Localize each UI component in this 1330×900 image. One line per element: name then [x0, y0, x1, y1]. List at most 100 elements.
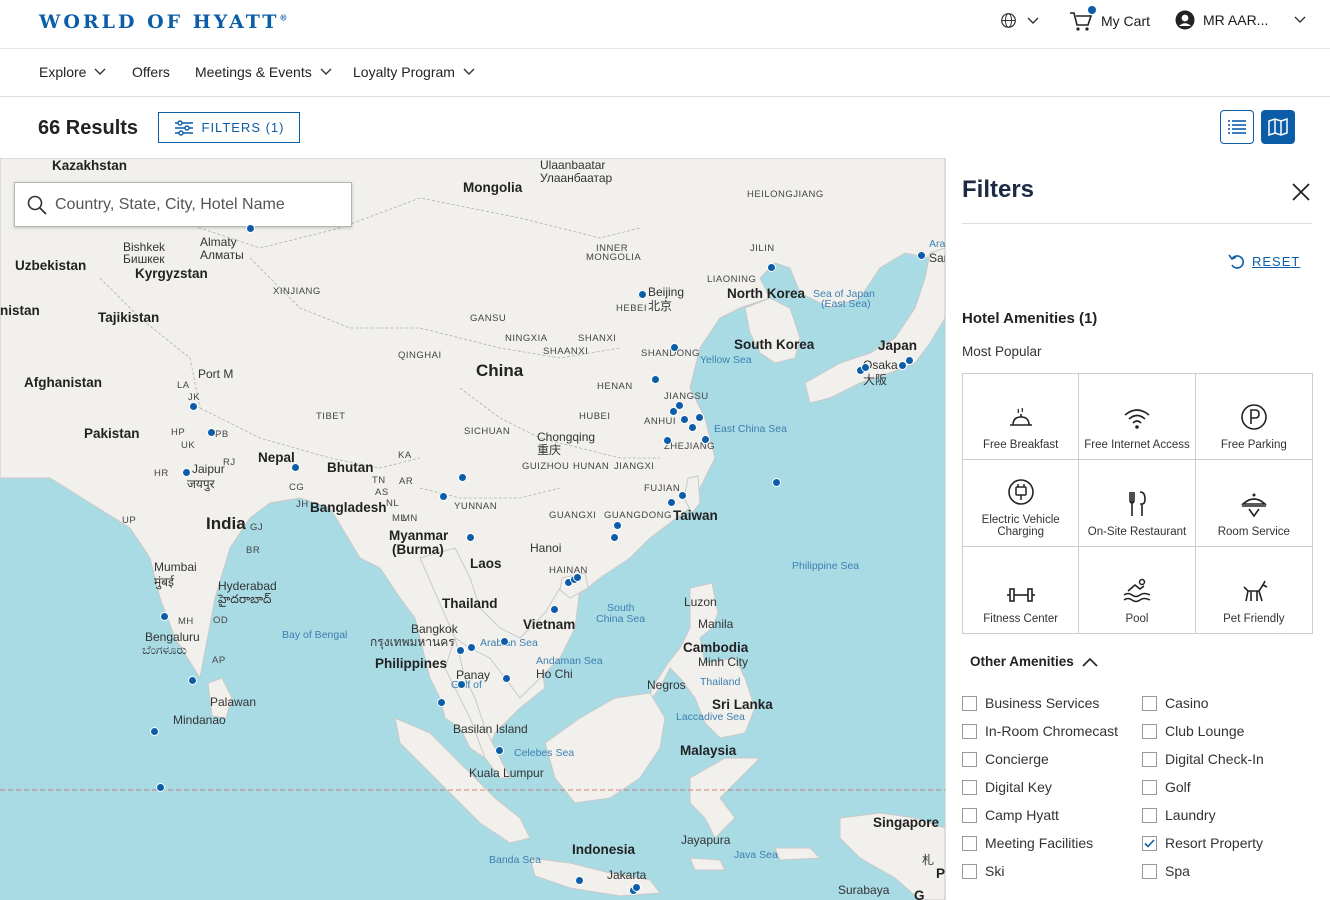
hotel-map[interactable]: Kazakhstan Mongolia UlaanbaatarУлаанбаатар…	[0, 158, 945, 900]
hotel-pin[interactable]	[905, 356, 914, 365]
amenity-checkbox[interactable]: Digital Check-In	[1142, 751, 1264, 767]
amenity-checkbox[interactable]: Business Services	[962, 695, 1099, 711]
nav-offers[interactable]: Offers	[132, 64, 170, 80]
hotel-pin[interactable]	[502, 674, 511, 683]
hotel-pin[interactable]	[610, 533, 619, 542]
hotel-pin[interactable]	[917, 251, 926, 260]
other-amenities-label: Other Amenities	[970, 654, 1074, 669]
hotel-pin[interactable]	[632, 883, 641, 892]
hotel-pin[interactable]	[495, 746, 504, 755]
amenity-restaurant[interactable]: On-Site Restaurant	[1079, 460, 1196, 547]
amenity-checkbox[interactable]: Concierge	[962, 751, 1049, 767]
reset-button[interactable]: RESET	[1228, 252, 1300, 270]
hotel-pin[interactable]	[767, 263, 776, 272]
hotel-pin[interactable]	[182, 468, 191, 477]
hotel-pin[interactable]	[550, 605, 559, 614]
hotel-pin[interactable]	[458, 473, 467, 482]
hotel-pin[interactable]	[861, 363, 870, 372]
checkbox-unchecked[interactable]	[962, 835, 977, 851]
hotel-pin[interactable]	[695, 413, 704, 422]
hotel-pin[interactable]	[667, 498, 676, 507]
hotel-pin[interactable]	[150, 727, 159, 736]
nav-meetings-events[interactable]: Meetings & Events	[195, 64, 332, 80]
hotel-pin[interactable]	[678, 491, 687, 500]
filters-label: FILTERS (1)	[201, 120, 285, 135]
hotel-pin[interactable]	[500, 637, 509, 646]
checkbox-checked[interactable]	[1142, 835, 1157, 851]
amenity-checkbox[interactable]: In-Room Chromecast	[962, 723, 1118, 739]
checkbox-unchecked[interactable]	[1142, 695, 1157, 711]
hotel-pin[interactable]	[467, 643, 476, 652]
main-nav: Explore Offers Meetings & Events Loyalty…	[0, 49, 1330, 97]
hotel-pin[interactable]	[613, 521, 622, 530]
amenity-checkbox[interactable]: Digital Key	[962, 779, 1052, 795]
hotel-pin[interactable]	[457, 680, 466, 689]
hotel-pin[interactable]	[439, 492, 448, 501]
checkbox-unchecked[interactable]	[1142, 779, 1157, 795]
amenity-checkbox[interactable]: Meeting Facilities	[962, 835, 1093, 851]
hotel-pin[interactable]	[160, 612, 169, 621]
hotel-pin[interactable]	[437, 698, 446, 707]
checkbox-unchecked[interactable]	[962, 695, 977, 711]
filters-button[interactable]: FILTERS (1)	[158, 112, 300, 143]
map-label: BR	[246, 545, 261, 556]
amenity-checkbox[interactable]: Resort Property	[1142, 835, 1263, 851]
search-box[interactable]	[14, 182, 352, 227]
sliders-icon	[174, 119, 193, 136]
hotel-pin[interactable]	[246, 224, 255, 233]
amenity-checkbox[interactable]: Ski	[962, 863, 1004, 879]
amenity-checkbox[interactable]: Spa	[1142, 863, 1190, 879]
checkbox-unchecked[interactable]	[962, 751, 977, 767]
hotel-pin[interactable]	[663, 436, 672, 445]
language-selector[interactable]	[1000, 12, 1039, 29]
amenity-room-service[interactable]: Room Service	[1195, 460, 1312, 547]
checkbox-unchecked[interactable]	[962, 779, 977, 795]
hotel-pin[interactable]	[291, 463, 300, 472]
hotel-pin[interactable]	[156, 783, 165, 792]
nav-loyalty-program[interactable]: Loyalty Program	[353, 64, 475, 80]
hotel-pin[interactable]	[701, 435, 710, 444]
hotel-pin[interactable]	[675, 401, 684, 410]
hotel-pin[interactable]	[207, 428, 216, 437]
hotel-pin[interactable]	[189, 402, 198, 411]
amenity-free-internet[interactable]: Free Internet Access	[1079, 374, 1196, 461]
hotel-pin[interactable]	[575, 876, 584, 885]
hotel-pin[interactable]	[670, 343, 679, 352]
other-amenities-toggle[interactable]: Other Amenities	[970, 654, 1098, 669]
cart-button[interactable]: My Cart	[1069, 6, 1150, 32]
hotel-pin[interactable]	[651, 375, 660, 384]
amenity-checkbox[interactable]: Golf	[1142, 779, 1191, 795]
checkbox-unchecked[interactable]	[962, 863, 977, 879]
checkbox-unchecked[interactable]	[962, 723, 977, 739]
amenity-ev-charging[interactable]: Electric Vehicle Charging	[963, 460, 1080, 547]
amenity-pet-friendly[interactable]: Pet Friendly	[1196, 547, 1312, 633]
amenity-pool[interactable]: Pool	[1079, 546, 1196, 633]
hyatt-logo[interactable]: WORLD OF HYATT®	[39, 11, 287, 33]
checkbox-unchecked[interactable]	[1142, 807, 1157, 823]
checkbox-unchecked[interactable]	[1142, 751, 1157, 767]
amenity-fitness-center[interactable]: Fitness Center	[963, 546, 1080, 633]
amenity-free-breakfast[interactable]: Free Breakfast	[963, 374, 1080, 461]
checkbox-unchecked[interactable]	[1142, 723, 1157, 739]
hotel-pin[interactable]	[772, 478, 781, 487]
amenity-checkbox[interactable]: Laundry	[1142, 807, 1216, 823]
amenity-checkbox[interactable]: Camp Hyatt	[962, 807, 1059, 823]
amenity-checkbox[interactable]: Casino	[1142, 695, 1209, 711]
checkbox-unchecked[interactable]	[1142, 863, 1157, 879]
hotel-pin[interactable]	[573, 573, 582, 582]
hotel-pin[interactable]	[638, 290, 647, 299]
list-view-toggle[interactable]	[1220, 110, 1254, 144]
hotel-pin[interactable]	[680, 415, 689, 424]
nav-explore[interactable]: Explore	[39, 64, 106, 80]
amenity-free-parking[interactable]: Free Parking	[1195, 374, 1312, 461]
hotel-pin[interactable]	[688, 423, 697, 432]
amenity-checkbox[interactable]: Club Lounge	[1142, 723, 1244, 739]
checkbox-unchecked[interactable]	[962, 807, 977, 823]
hotel-pin[interactable]	[188, 676, 197, 685]
hotel-pin[interactable]	[466, 533, 475, 542]
close-icon[interactable]	[1289, 180, 1313, 204]
hotel-pin[interactable]	[456, 646, 465, 655]
map-view-toggle[interactable]	[1261, 110, 1295, 144]
account-menu[interactable]: MR AAR...	[1175, 10, 1306, 30]
search-input[interactable]	[55, 195, 345, 214]
